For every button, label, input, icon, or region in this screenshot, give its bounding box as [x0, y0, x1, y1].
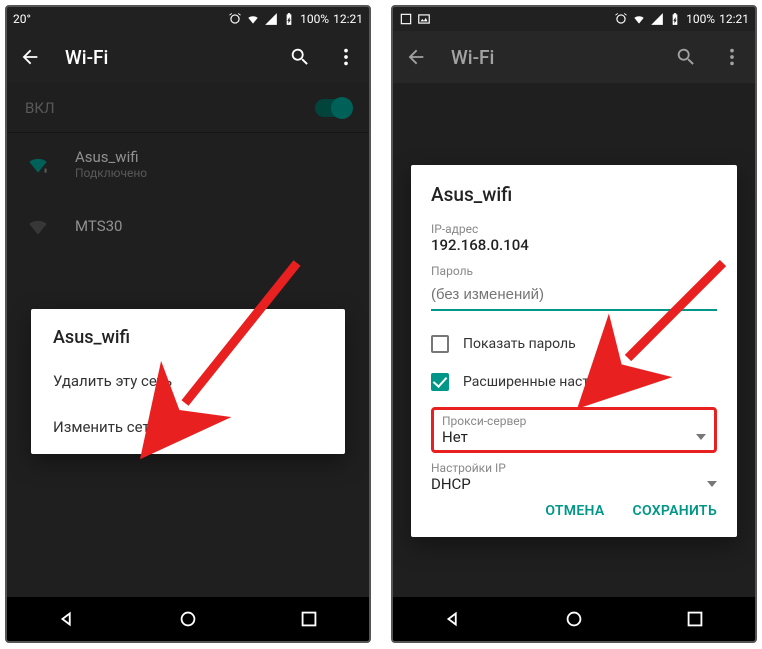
ip-settings-dropdown[interactable]: DHCP	[431, 475, 717, 493]
battery-pct: 100%	[300, 12, 329, 26]
battery-icon	[282, 12, 296, 26]
ip-label: IP-адрес	[431, 222, 717, 236]
search-icon[interactable]	[675, 46, 697, 68]
show-password-label: Показать пароль	[463, 336, 576, 352]
cancel-button[interactable]: ОТМЕНА	[545, 503, 604, 519]
context-dialog: Asus_wifi Удалить эту сеть Изменить сеть	[31, 309, 345, 454]
temperature: 20°	[13, 12, 31, 26]
save-button[interactable]: СОХРАНИТЬ	[633, 503, 717, 519]
proxy-highlight-box: Прокси-сервер Нет	[431, 407, 717, 453]
dialog-actions: ОТМЕНА СОХРАНИТЬ	[431, 493, 717, 529]
chevron-down-icon	[696, 434, 706, 440]
ip-settings-value: DHCP	[431, 475, 471, 493]
proxy-label: Прокси-сервер	[442, 414, 706, 428]
ip-settings-label: Настройки IP	[431, 461, 717, 475]
back-icon[interactable]	[19, 46, 41, 68]
back-icon[interactable]	[405, 46, 427, 68]
status-bar: 20° 100% 12:21	[7, 7, 369, 31]
wifi-icon	[632, 12, 646, 26]
alarm-icon	[228, 12, 242, 26]
nav-recent[interactable]	[634, 608, 755, 630]
clock: 12:21	[333, 12, 363, 26]
ip-settings-row: Настройки IP DHCP	[431, 461, 717, 493]
show-password-row[interactable]: Показать пароль	[431, 335, 717, 353]
page-title: Wi-Fi	[451, 46, 494, 69]
dialog-title: Asus_wifi	[431, 183, 717, 206]
password-label: Пароль	[431, 264, 717, 278]
overflow-icon[interactable]	[335, 46, 357, 68]
status-bar: 100% 12:21	[393, 7, 755, 31]
checkbox-icon	[431, 373, 449, 391]
dialog-title: Asus_wifi	[31, 327, 345, 358]
modify-network-item[interactable]: Изменить сеть	[31, 404, 345, 450]
checkbox-icon	[431, 335, 449, 353]
wifi-icon	[246, 12, 260, 26]
ip-value: 192.168.0.104	[431, 236, 717, 254]
forget-network-item[interactable]: Удалить эту сеть	[31, 358, 345, 404]
search-icon[interactable]	[289, 46, 311, 68]
content-area: ВКЛ Asus_wifi Подключено MTS30 Asus_wifi…	[7, 83, 369, 597]
page-title: Wi-Fi	[65, 46, 108, 69]
phone-right: 100% 12:21 Wi-Fi Asus_wifi IP-адрес 192.…	[391, 5, 757, 643]
password-field[interactable]	[431, 280, 717, 311]
content-area: Asus_wifi IP-адрес 192.168.0.104 Пароль …	[393, 83, 755, 597]
navigation-bar	[7, 597, 369, 641]
network-config-dialog: Asus_wifi IP-адрес 192.168.0.104 Пароль …	[411, 165, 737, 537]
phone-left: 20° 100% 12:21 Wi-Fi ВКЛ Asus_wifi Подкл…	[5, 5, 371, 643]
screenshot-icon	[399, 12, 413, 26]
nav-home[interactable]	[128, 608, 249, 630]
battery-icon	[668, 12, 682, 26]
nav-back[interactable]	[7, 608, 128, 630]
chevron-down-icon	[707, 481, 717, 487]
overflow-icon[interactable]	[721, 46, 743, 68]
image-icon	[417, 12, 431, 26]
signal-icon	[650, 12, 664, 26]
app-bar: Wi-Fi	[393, 31, 755, 83]
nav-home[interactable]	[514, 608, 635, 630]
battery-pct: 100%	[686, 12, 715, 26]
proxy-value: Нет	[442, 428, 468, 446]
advanced-options-row[interactable]: Расширенные настройки	[431, 373, 717, 391]
alarm-icon	[614, 12, 628, 26]
signal-icon	[264, 12, 278, 26]
navigation-bar	[393, 597, 755, 641]
nav-recent[interactable]	[248, 608, 369, 630]
nav-back[interactable]	[393, 608, 514, 630]
clock: 12:21	[719, 12, 749, 26]
advanced-options-label: Расширенные настройки	[463, 374, 629, 390]
proxy-dropdown[interactable]: Нет	[442, 428, 706, 446]
app-bar: Wi-Fi	[7, 31, 369, 83]
